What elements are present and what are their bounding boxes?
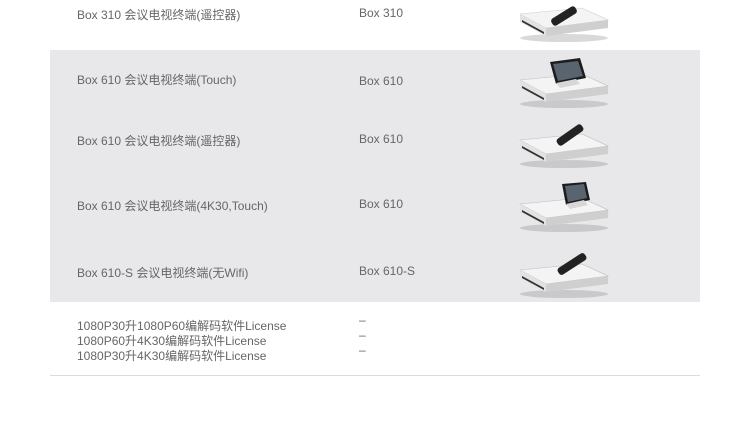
product-row: Box 310 会议电视终端(遥控器) Box 310 bbox=[50, 0, 700, 50]
product-row: Box 610 会议电视终端(4K30,Touch) Box 610 bbox=[50, 170, 700, 236]
product-name: Box 310 会议电视终端(遥控器) bbox=[77, 8, 241, 22]
terminal-with-remote-icon bbox=[518, 124, 610, 168]
terminal-with-touch-panel-icon bbox=[518, 182, 610, 232]
product-model: Box 310 bbox=[359, 6, 404, 20]
license-list: 1080P30升1080P60编解码软件License 1080P60升4K30… bbox=[50, 302, 700, 376]
terminal-with-remote-icon bbox=[518, 6, 610, 42]
product-model: Box 610 bbox=[359, 74, 404, 88]
terminal-with-remote-icon bbox=[518, 253, 610, 298]
product-row: Box 610-S 会议电视终端(无Wifi) Box 610-S bbox=[50, 236, 700, 302]
terminal-with-touch-panel-icon bbox=[518, 58, 610, 108]
license-model: – bbox=[359, 343, 366, 357]
product-row: Box 610 会议电视终端(遥控器) Box 610 bbox=[50, 110, 700, 170]
product-name: Box 610 会议电视终端(Touch) bbox=[77, 73, 237, 87]
product-row: Box 610 会议电视终端(Touch) Box 610 bbox=[50, 50, 700, 110]
product-model: Box 610 bbox=[359, 132, 404, 146]
table-divider bbox=[50, 375, 700, 376]
license-name: 1080P30升4K30编解码软件License bbox=[77, 349, 267, 363]
product-name: Box 610-S 会议电视终端(无Wifi) bbox=[77, 266, 249, 280]
product-model: Box 610 bbox=[359, 197, 404, 211]
product-name: Box 610 会议电视终端(4K30,Touch) bbox=[77, 199, 268, 213]
license-model: – bbox=[359, 313, 366, 327]
product-model: Box 610-S bbox=[359, 264, 416, 278]
product-name: Box 610 会议电视终端(遥控器) bbox=[77, 134, 241, 148]
license-model: – bbox=[359, 328, 366, 342]
